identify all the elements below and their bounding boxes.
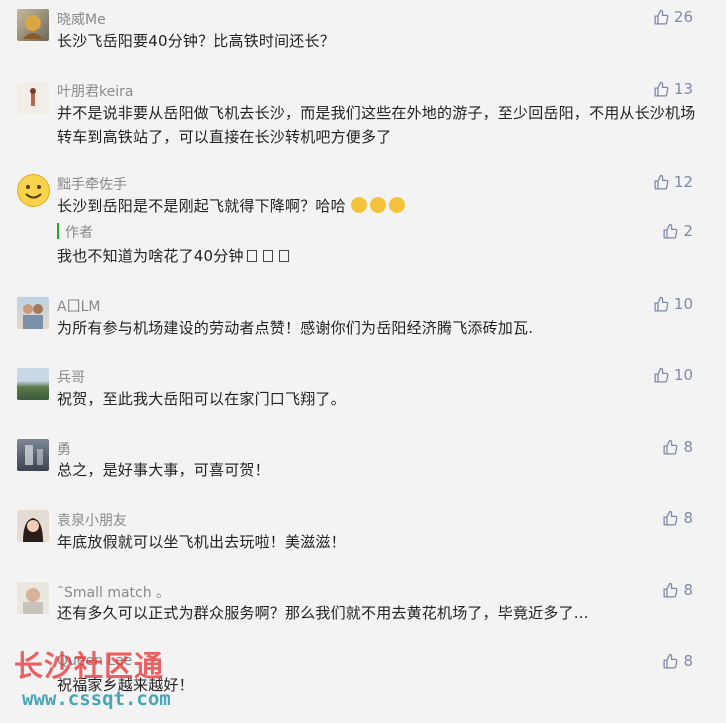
like-count: 8 — [683, 438, 693, 456]
comment-text: 长沙飞岳阳要40分钟？比高铁时间还长？ — [57, 32, 335, 50]
avatar[interactable] — [17, 582, 49, 614]
like-count: 26 — [673, 8, 693, 26]
reply-text-content: 我也不知道为啥花了40分钟 — [57, 247, 244, 265]
comment-text: 祝贺，至此我大岳阳可以在家门口飞翔了。 — [57, 390, 346, 408]
comment-author[interactable]: A囗LM — [57, 296, 100, 316]
reply-indicator — [57, 223, 59, 239]
watermark-title: 长沙社区通 — [14, 649, 165, 683]
thumbs-up-icon — [663, 510, 678, 526]
thumbs-up-icon — [654, 367, 669, 383]
comment-author[interactable]: ˉSmall match 。 — [57, 582, 170, 602]
comment-author[interactable]: 叶朋君keira — [57, 81, 133, 101]
like-button[interactable]: 12 — [653, 173, 693, 191]
missing-glyph — [246, 250, 257, 262]
thinking-emoji-icon — [388, 197, 405, 213]
comment-text: 并不是说非要从岳阳做飞机去长沙，而是我们这些在外地的游子，至少回岳阳，不用从长沙… — [57, 104, 696, 146]
like-button[interactable]: 10 — [653, 366, 693, 384]
like-count: 2 — [683, 222, 693, 240]
thumbs-up-icon — [654, 174, 669, 190]
like-count: 13 — [673, 80, 693, 98]
like-button[interactable]: 8 — [662, 652, 693, 670]
like-button[interactable]: 10 — [653, 295, 693, 313]
comment-author[interactable]: 兵哥 — [57, 367, 85, 387]
reply-author-label: 作者 — [65, 225, 93, 241]
like-button[interactable]: 8 — [662, 581, 693, 599]
thinking-emoji-icon — [369, 197, 386, 213]
thinking-emoji-icon — [350, 197, 367, 213]
comment-text-content: 长沙到岳阳是不是刚起飞就得下降啊？哈哈 — [57, 197, 346, 215]
like-count: 8 — [683, 509, 693, 527]
thumbs-up-icon — [663, 223, 678, 239]
missing-glyph — [262, 250, 273, 262]
like-button[interactable]: 8 — [662, 438, 693, 456]
comment-text: 长沙到岳阳是不是刚起飞就得下降啊？哈哈 — [57, 194, 697, 218]
comment-text: 还有多久可以正式为群众服务啊？那么我们就不用去黄花机场了，毕竟近多了... — [57, 604, 589, 622]
like-count: 12 — [673, 173, 693, 191]
avatar[interactable] — [17, 82, 49, 114]
thumbs-up-icon — [663, 582, 678, 598]
like-button[interactable]: 26 — [653, 8, 693, 26]
avatar[interactable] — [17, 297, 49, 329]
comment-author[interactable]: 黜手牵佐手 — [57, 174, 127, 194]
comment-text: 总之，是好事大事，可喜可贺！ — [57, 461, 270, 479]
comment-author[interactable]: 晓威Me — [57, 9, 106, 29]
avatar[interactable] — [17, 174, 50, 207]
comment-text: 为所有参与机场建设的劳动者点赞！感谢你们为岳阳经济腾飞添砖加瓦. — [57, 319, 534, 337]
missing-glyph — [278, 250, 289, 262]
avatar[interactable] — [17, 510, 49, 542]
thumbs-up-icon — [663, 439, 678, 455]
thumbs-up-icon — [654, 296, 669, 312]
reply-like-button[interactable]: 2 — [662, 222, 693, 240]
thumbs-up-icon — [654, 9, 669, 25]
like-count: 8 — [683, 581, 693, 599]
avatar[interactable] — [17, 9, 49, 41]
watermark-url: www.cssqt.com — [22, 688, 171, 710]
like-count: 10 — [673, 366, 693, 384]
comment-author[interactable]: 袁泉小朋友 — [57, 510, 127, 530]
like-button[interactable]: 8 — [662, 509, 693, 527]
comment-text: 年底放假就可以坐飞机出去玩啦！美滋滋！ — [57, 533, 346, 551]
thumbs-up-icon — [663, 653, 678, 669]
avatar[interactable] — [17, 368, 49, 400]
like-count: 8 — [683, 652, 693, 670]
thumbs-up-icon — [654, 81, 669, 97]
comment-author[interactable]: 勇 — [57, 439, 71, 459]
like-count: 10 — [673, 295, 693, 313]
avatar[interactable] — [17, 439, 49, 471]
reply-text: 我也不知道为啥花了40分钟 — [57, 245, 292, 266]
like-button[interactable]: 13 — [653, 80, 693, 98]
